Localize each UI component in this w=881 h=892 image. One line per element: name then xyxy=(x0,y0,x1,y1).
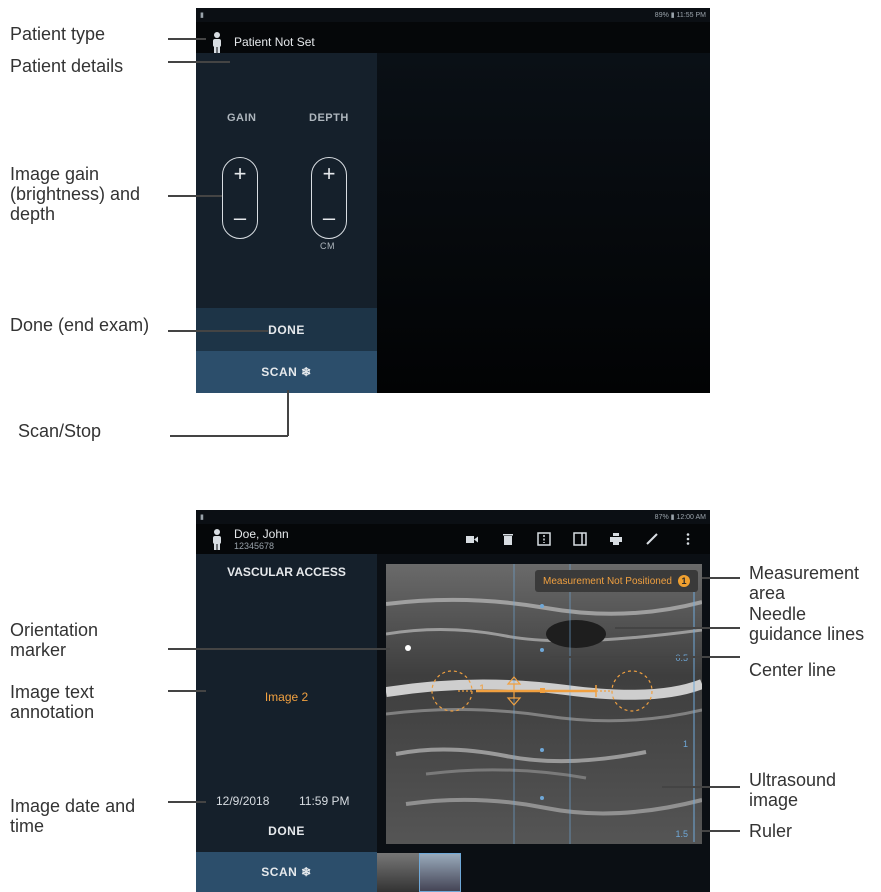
single-view-icon[interactable] xyxy=(573,532,587,546)
callout-done: Done (end exam) xyxy=(10,315,150,335)
notification-icon: ▮ xyxy=(200,12,204,19)
ruler-tick: 0.5 xyxy=(675,653,688,663)
trash-icon[interactable] xyxy=(501,532,515,546)
ultrasound-image[interactable]: Measurement Not Positioned 1 1 0.5 1 1.5 xyxy=(386,564,702,844)
image-time: 11:59 PM xyxy=(299,794,350,808)
depth-label: DEPTH xyxy=(309,112,349,124)
callout-ultrasound-image: Ultrasound image xyxy=(749,770,837,810)
callout-date-time: Image date and time xyxy=(10,796,136,836)
depth-decrease-button[interactable]: – xyxy=(312,206,346,230)
thumbnail-selected[interactable] xyxy=(419,853,461,892)
leader-line xyxy=(168,330,268,332)
measurement-count: 1 xyxy=(678,575,690,587)
leader-line xyxy=(550,656,740,658)
thumbnail[interactable] xyxy=(377,853,419,892)
callout-measurement-area: Measurement area xyxy=(749,563,860,603)
leader-line xyxy=(702,577,740,579)
callout-patient-type: Patient type xyxy=(10,24,106,44)
leader-line xyxy=(287,390,289,436)
video-icon[interactable] xyxy=(465,532,479,546)
leader-line xyxy=(662,786,740,788)
leader-line xyxy=(168,690,206,692)
bottom-screen: ▮ 87% ▮ 12:00 AM Doe, John 12345678 VASC… xyxy=(196,510,710,892)
image-viewer xyxy=(377,53,710,393)
callout-scan-stop: Scan/Stop xyxy=(18,421,102,441)
callout-ruler: Ruler xyxy=(749,821,793,841)
person-icon xyxy=(213,529,221,550)
callout-orientation-marker: Orientation marker xyxy=(10,620,99,660)
leader-line xyxy=(168,648,390,650)
print-icon[interactable] xyxy=(609,532,623,546)
scan-button[interactable]: SCAN ❄ xyxy=(196,351,377,393)
done-button[interactable]: DONE xyxy=(196,810,377,852)
ruler-tick: 1 xyxy=(682,739,688,749)
info-panel: VASCULAR ACCESS Image 2 12/9/2018 11:59 … xyxy=(196,554,377,810)
status-text: 87% ▮ 12:00 AM xyxy=(654,514,706,521)
gain-label: GAIN xyxy=(227,112,257,124)
callout-center-line: Center line xyxy=(749,660,837,680)
notification-icon: ▮ xyxy=(200,514,204,521)
split-view-icon[interactable] xyxy=(537,532,551,546)
leader-line xyxy=(615,627,740,629)
measurement-badge[interactable]: Measurement Not Positioned 1 xyxy=(535,570,698,592)
leader-line xyxy=(702,830,740,832)
depth-control[interactable]: + – xyxy=(311,157,347,239)
depth-unit: CM xyxy=(320,241,335,251)
callout-gain-depth: Image gain (brightness) and depth xyxy=(10,164,141,224)
patient-id: 12345678 xyxy=(234,541,275,551)
ultrasound-texture xyxy=(386,564,702,844)
leader-line xyxy=(168,801,206,803)
pencil-icon[interactable] xyxy=(645,532,659,546)
status-text: 89% ▮ 11:55 PM xyxy=(654,12,706,19)
gain-decrease-button[interactable]: – xyxy=(223,206,257,230)
patient-name: Patient Not Set xyxy=(234,35,315,49)
callout-patient-details: Patient details xyxy=(10,56,124,76)
depth-increase-button[interactable]: + xyxy=(312,162,346,186)
leader-line xyxy=(168,61,230,63)
callout-text-annotation: Image text annotation xyxy=(10,682,95,722)
caliper-label: 1 xyxy=(479,683,486,695)
measurement-status: Measurement Not Positioned xyxy=(543,575,672,587)
person-icon xyxy=(213,32,221,53)
leader-line xyxy=(168,195,222,197)
gain-increase-button[interactable]: + xyxy=(223,162,257,186)
gain-control[interactable]: + – xyxy=(222,157,258,239)
leader-line xyxy=(168,38,206,40)
preset-label: VASCULAR ACCESS xyxy=(227,565,346,579)
image-date: 12/9/2018 xyxy=(216,794,270,808)
ruler-tick: 1.5 xyxy=(675,829,688,839)
status-bar: ▮ 89% ▮ 11:55 PM xyxy=(196,8,710,22)
leader-line xyxy=(170,435,288,437)
status-bar: ▮ 87% ▮ 12:00 AM xyxy=(196,510,710,524)
callout-needle-guidance: Needle guidance lines xyxy=(749,604,865,644)
scan-button[interactable]: SCAN ❄ xyxy=(196,852,377,892)
more-icon[interactable] xyxy=(681,532,695,546)
image-annotation[interactable]: Image 2 xyxy=(196,690,377,704)
patient-name: Doe, John xyxy=(234,527,289,541)
top-screen: ▮ 89% ▮ 11:55 PM Patient Not Set GAIN DE… xyxy=(196,8,710,393)
patient-bar[interactable]: Doe, John 12345678 xyxy=(196,524,710,554)
